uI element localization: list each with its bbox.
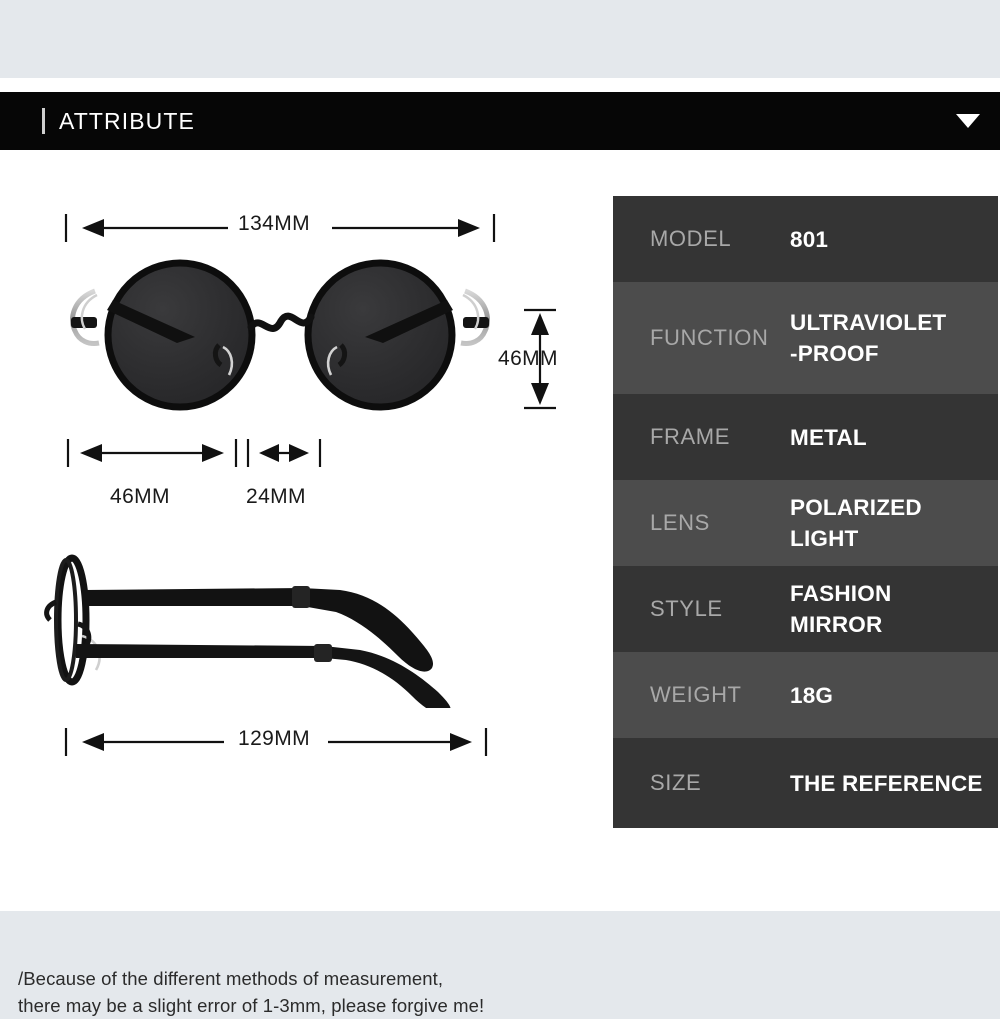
spec-row-lens: LENS POLARIZED LIGHT [613,480,998,566]
product-image-side-view [44,554,451,708]
spec-label-function: FUNCTION [650,325,769,350]
dimension-line-lens-width [66,439,238,467]
dimension-label-front-width: 134MM [238,212,311,235]
spec-row-size: SIZE THE REFERENCE [613,738,998,828]
disclaimer-line-1: /Because of the different methods of mea… [18,968,444,989]
spec-row-model: MODEL 801 [613,196,998,282]
spec-value-lens: POLARIZED LIGHT [790,495,922,551]
product-diagram-panel: 134MM 46MM 46MM 24MM 129MM /Because of t… [0,150,600,1016]
spec-row-frame: FRAME METAL [613,394,998,480]
chevron-down-icon[interactable] [956,114,980,128]
spec-row-style: STYLE FASHION MIRROR [613,566,998,652]
header-accent-bar [42,108,45,134]
dimension-line-bridge-width [246,439,322,467]
page-background: ATTRIBUTE 134MM 46MM 46MM 24MM 129MM /Be… [0,0,1000,1016]
spec-value-weight: 18G [790,682,834,708]
spec-row-function: FUNCTION ULTRAVIOLET -PROOF [613,282,998,394]
spec-label-style: STYLE [650,596,723,621]
dimension-label-lens-height: 46MM [498,347,558,370]
dimension-label-bridge-width: 24MM [246,485,306,508]
measurement-disclaimer: /Because of the different methods of mea… [18,965,558,1019]
spec-label-lens: LENS [650,510,710,535]
spec-row-weight: WEIGHT 18G [613,652,998,738]
page-title: ATTRIBUTE [59,107,195,134]
dimension-label-temple-length: 129MM [238,727,311,750]
spec-value-frame: METAL [790,424,867,450]
product-image-front-view [70,259,490,411]
spec-value-size: THE REFERENCE [790,770,983,796]
spec-label-weight: WEIGHT [650,682,742,707]
disclaimer-line-2: there may be a slight error of 1-3mm, pl… [18,995,485,1016]
spec-label-size: SIZE [650,770,702,795]
spec-label-frame: FRAME [650,424,730,449]
spec-label-model: MODEL [650,226,732,251]
dimension-label-lens-width: 46MM [110,485,170,508]
attribute-header-bar[interactable]: ATTRIBUTE [0,92,1000,150]
specification-table: MODEL 801 FUNCTION ULTRAVIOLET -PROOF FR… [613,196,998,828]
spec-value-model: 801 [790,226,829,252]
spec-value-function: ULTRAVIOLET -PROOF [790,310,947,366]
spec-value-style: FASHION MIRROR [790,581,892,637]
